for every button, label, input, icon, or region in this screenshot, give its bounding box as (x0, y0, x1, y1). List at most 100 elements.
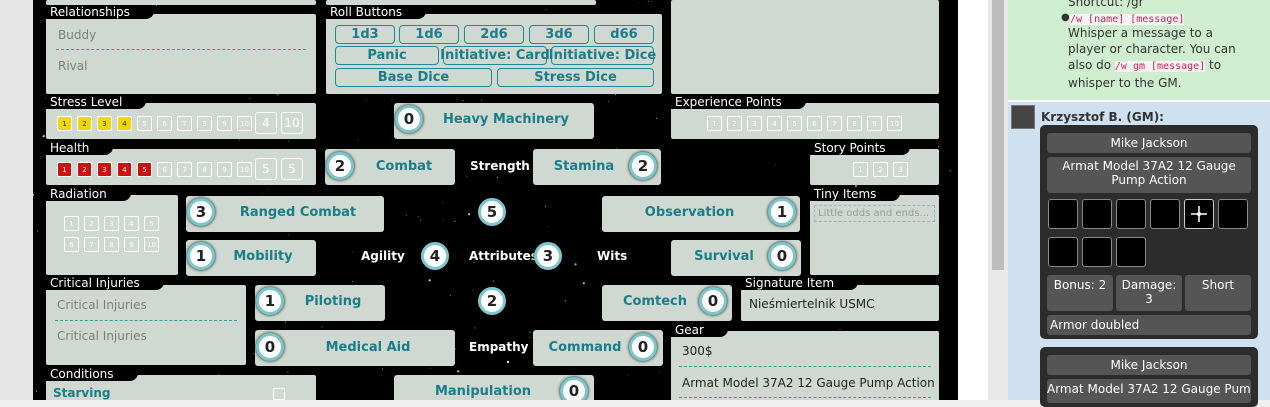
stressBoxes-box[interactable]: 3 (97, 116, 112, 131)
skill-heavy-machinery-label[interactable]: Heavy Machinery (428, 112, 584, 127)
gear-item[interactable]: 300$ (682, 344, 713, 358)
radiation-box[interactable]: 6 (64, 237, 79, 252)
roll-d66-button[interactable]: d66 (594, 25, 654, 44)
roll-stress-dice-button[interactable]: Stress Dice (497, 68, 654, 87)
star (938, 146, 939, 148)
healthBoxes-box[interactable]: 3 (97, 162, 112, 177)
skill-stamina-label[interactable]: Stamina (541, 159, 627, 174)
radiation-box[interactable]: 2 (84, 216, 99, 231)
xpBoxes-box[interactable]: 1 (707, 116, 722, 131)
xpBoxes-box[interactable]: 3 (747, 116, 762, 131)
skill-observation-value[interactable]: 1 (768, 198, 796, 226)
xpBoxes-box[interactable]: 6 (807, 116, 822, 131)
skill-manipulation-value[interactable]: 0 (560, 377, 588, 400)
skill-stamina-value[interactable]: 2 (629, 152, 657, 180)
star (442, 202, 444, 204)
healthBoxes-box[interactable]: 2 (77, 162, 92, 177)
notes-panel[interactable] (671, 0, 939, 94)
healthBoxes-box[interactable]: 5 (137, 162, 152, 177)
radiation-box[interactable]: 1 (64, 216, 79, 231)
healthBoxes-box[interactable]: 9 (217, 162, 232, 177)
tiny-items-input[interactable]: Little odds and ends... (814, 205, 935, 222)
healthBoxes-box[interactable]: 6 (157, 162, 172, 177)
star (239, 139, 240, 141)
skill-ranged-combat-label[interactable]: Ranged Combat (223, 205, 373, 220)
attribute-wits-value[interactable]: 3 (534, 242, 562, 270)
relationship-buddy[interactable]: Buddy (58, 28, 96, 42)
skill-medical-aid-value[interactable]: 0 (256, 333, 284, 361)
sheet-gap (958, 0, 988, 400)
skill-mobility-label[interactable]: Mobility (221, 249, 305, 264)
stressBoxes-box[interactable]: 1 (57, 116, 72, 131)
skill-medical-aid-label[interactable]: Medical Aid (291, 340, 445, 355)
skill-command-value[interactable]: 0 (629, 333, 657, 361)
stressBoxes-box[interactable]: 10 (237, 116, 252, 131)
critical-item[interactable]: Critical Injuries (57, 298, 147, 312)
roll-2d6-button[interactable]: 2d6 (464, 25, 524, 44)
star (454, 220, 456, 222)
stressBoxes-box[interactable]: 4 (117, 116, 132, 131)
star (391, 99, 393, 101)
xpBoxes-box[interactable]: 5 (787, 116, 802, 131)
signature-item-value[interactable]: Nieśmiertelnik USMC (749, 297, 875, 311)
skill-survival-label[interactable]: Survival (679, 249, 769, 264)
healthBoxes-box[interactable]: 4 (117, 162, 132, 177)
xpBoxes-box[interactable]: 4 (767, 116, 782, 131)
xpBoxes-box[interactable]: 2 (727, 116, 742, 131)
skill-comtech-label[interactable]: Comtech (609, 294, 701, 309)
gear-item[interactable]: Armat Model 37A2 12 Gauge Pump Action (682, 376, 935, 390)
healthBoxes-box[interactable]: 8 (197, 162, 212, 177)
stressBoxes-box[interactable]: 9 (217, 116, 232, 131)
attribute-empathy-value[interactable]: 2 (478, 287, 506, 315)
xpBoxes-box[interactable]: 8 (847, 116, 862, 131)
roll-base-dice-button[interactable]: Base Dice (335, 68, 492, 87)
skill-piloting-label[interactable]: Piloting (291, 294, 375, 309)
storyBoxes-box[interactable]: 2 (873, 162, 888, 177)
roll-3d6-button[interactable]: 3d6 (529, 25, 589, 44)
xpBoxes-box[interactable]: 9 (867, 116, 882, 131)
scrollbar-thumb[interactable] (992, 0, 1004, 270)
skill-combat-label[interactable]: Combat (361, 159, 447, 174)
star (418, 216, 420, 218)
attribute-agility-value[interactable]: 4 (421, 242, 449, 270)
roll-1d6-button[interactable]: 1d6 (399, 25, 459, 44)
roll-panic-button[interactable]: Panic (335, 46, 439, 65)
roll-initiative-dice-button[interactable]: Initiative: Dice (549, 46, 656, 65)
storyBoxes-box[interactable]: 1 (853, 162, 868, 177)
radiation-box[interactable]: 7 (84, 237, 99, 252)
die-face (1218, 199, 1248, 229)
radiation-box[interactable]: 5 (144, 216, 159, 231)
stressBoxes-box[interactable]: 7 (177, 116, 192, 131)
stressBoxes-box[interactable]: 2 (77, 116, 92, 131)
radiation-box[interactable]: 10 (144, 237, 159, 252)
roll-1d3-button[interactable]: 1d3 (335, 25, 395, 44)
skill-command-label[interactable]: Command (539, 340, 631, 355)
skill-ranged-combat-value[interactable]: 3 (187, 198, 215, 226)
skill-observation-label[interactable]: Observation (611, 205, 768, 220)
radiation-box[interactable]: 4 (124, 216, 139, 231)
condition-starving-checkbox[interactable] (273, 388, 285, 400)
stressBoxes-box[interactable]: 6 (157, 116, 172, 131)
stressBoxes-box[interactable]: 5 (137, 116, 152, 131)
skill-survival-value[interactable]: 0 (768, 242, 796, 270)
storyBoxes-box[interactable]: 3 (893, 162, 908, 177)
radiation-box[interactable]: 9 (124, 237, 139, 252)
skill-mobility-value[interactable]: 1 (187, 242, 215, 270)
xpBoxes-box[interactable]: 7 (827, 116, 842, 131)
skill-manipulation-label[interactable]: Manipulation (403, 384, 563, 399)
skill-piloting-value[interactable]: 1 (256, 287, 284, 315)
healthBoxes-box[interactable]: 7 (177, 162, 192, 177)
relationship-rival[interactable]: Rival (58, 59, 87, 73)
skill-combat-value[interactable]: 2 (326, 152, 354, 180)
attribute-strength-value[interactable]: 5 (478, 198, 506, 226)
healthBoxes-box[interactable]: 1 (57, 162, 72, 177)
roll-initiative-card-button[interactable]: Initiative: Card (440, 46, 550, 65)
critical-item[interactable]: Critical Injuries (57, 329, 147, 343)
xpBoxes-box[interactable]: 10 (887, 116, 902, 131)
radiation-box[interactable]: 3 (104, 216, 119, 231)
radiation-box[interactable]: 8 (104, 237, 119, 252)
skill-comtech-value[interactable]: 0 (699, 287, 727, 315)
stressBoxes-box[interactable]: 8 (197, 116, 212, 131)
skill-heavy-machinery-value[interactable]: 0 (395, 105, 423, 133)
healthBoxes-box[interactable]: 10 (237, 162, 252, 177)
